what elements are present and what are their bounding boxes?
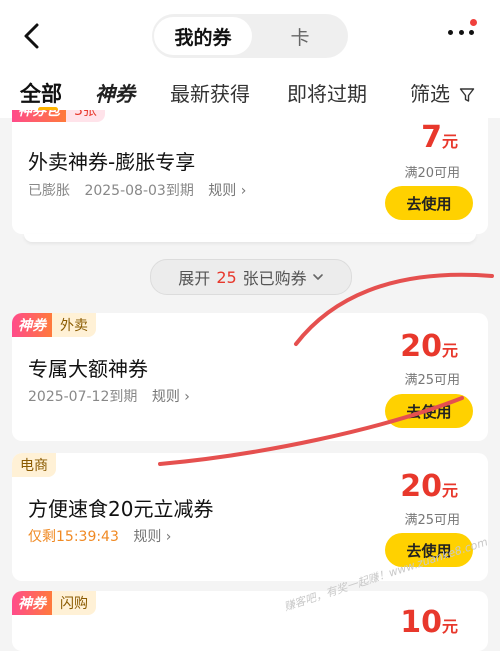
badge-shenquan: 神券	[12, 591, 52, 615]
badge-category: 外卖	[52, 313, 96, 337]
notification-dot	[470, 19, 477, 26]
tab-shenquan[interactable]: 神券	[95, 78, 135, 107]
badge-category: 电商	[12, 453, 56, 477]
top-bar: 我的券 卡	[0, 0, 500, 70]
tab-cards[interactable]: 卡	[252, 17, 348, 55]
badge-shenquan-pack: 神券包	[12, 110, 66, 122]
coupon-condition: 满25可用	[404, 513, 460, 528]
expiry-date: 2025-07-12到期	[28, 389, 138, 405]
coupon-card-4[interactable]: 神券 闪购 10元	[12, 591, 488, 651]
coupon-card-1[interactable]: 神券包 3张 外卖神券-膨胀专享 已膨胀 2025-08-03到期 规则 › 7…	[12, 110, 488, 234]
coupon-condition: 满25可用	[404, 373, 460, 388]
coupon-title: 专属大额神券	[28, 357, 148, 381]
filter-funnel-icon	[460, 88, 475, 102]
coupon-amount: 20元	[400, 329, 458, 364]
tab-all[interactable]: 全部	[20, 78, 62, 108]
rule-link[interactable]: 规则 ›	[133, 529, 171, 545]
expand-purchased-button[interactable]: 展开 25 张已购券	[150, 259, 352, 295]
back-arrow-icon[interactable]	[18, 22, 46, 50]
use-button[interactable]: 去使用	[385, 186, 473, 220]
segment-control: 我的券 卡	[152, 14, 348, 58]
badge-category: 闪购	[52, 591, 96, 615]
tab-expiring[interactable]: 即将过期	[287, 78, 367, 107]
badge-shenquan: 神券	[12, 313, 52, 337]
badge-count: 3张	[66, 110, 105, 122]
chevron-down-icon	[312, 274, 323, 280]
coupon-badge: 神券包 3张	[12, 110, 105, 122]
coupon-condition: 满20可用	[404, 166, 460, 181]
tab-filter[interactable]: 筛选	[410, 78, 475, 107]
more-icon[interactable]	[448, 30, 474, 40]
tab-my-coupons[interactable]: 我的券	[154, 17, 252, 55]
coupon-amount: 7元	[421, 120, 458, 155]
stack-shadow	[24, 234, 476, 242]
coupon-meta: 2025-07-12到期 规则 ›	[28, 386, 190, 406]
coupon-title: 外卖神券-膨胀专享	[28, 150, 196, 174]
use-button[interactable]: 去使用	[385, 394, 473, 428]
rule-link[interactable]: 规则 ›	[208, 183, 246, 199]
coupon-badge: 神券 闪购	[12, 591, 96, 615]
coupon-title: 方便速食20元立减券	[28, 497, 214, 521]
inflated-tag: 已膨胀	[28, 183, 70, 199]
expiry-date: 2025-08-03到期	[84, 183, 194, 199]
coupon-card-2[interactable]: 神券 外卖 专属大额神券 2025-07-12到期 规则 › 20元 满25可用…	[12, 313, 488, 441]
coupon-badge: 电商	[12, 453, 56, 477]
coupon-badge: 神券 外卖	[12, 313, 96, 337]
remaining-time: 仅剩15:39:43	[28, 529, 119, 545]
filter-label: 筛选	[410, 82, 450, 106]
coupon-amount: 20元	[400, 469, 458, 504]
coupon-meta: 已膨胀 2025-08-03到期 规则 ›	[28, 180, 246, 200]
tab-newest[interactable]: 最新获得	[170, 78, 250, 107]
rule-link[interactable]: 规则 ›	[152, 389, 190, 405]
coupon-meta: 仅剩15:39:43 规则 ›	[28, 526, 171, 546]
